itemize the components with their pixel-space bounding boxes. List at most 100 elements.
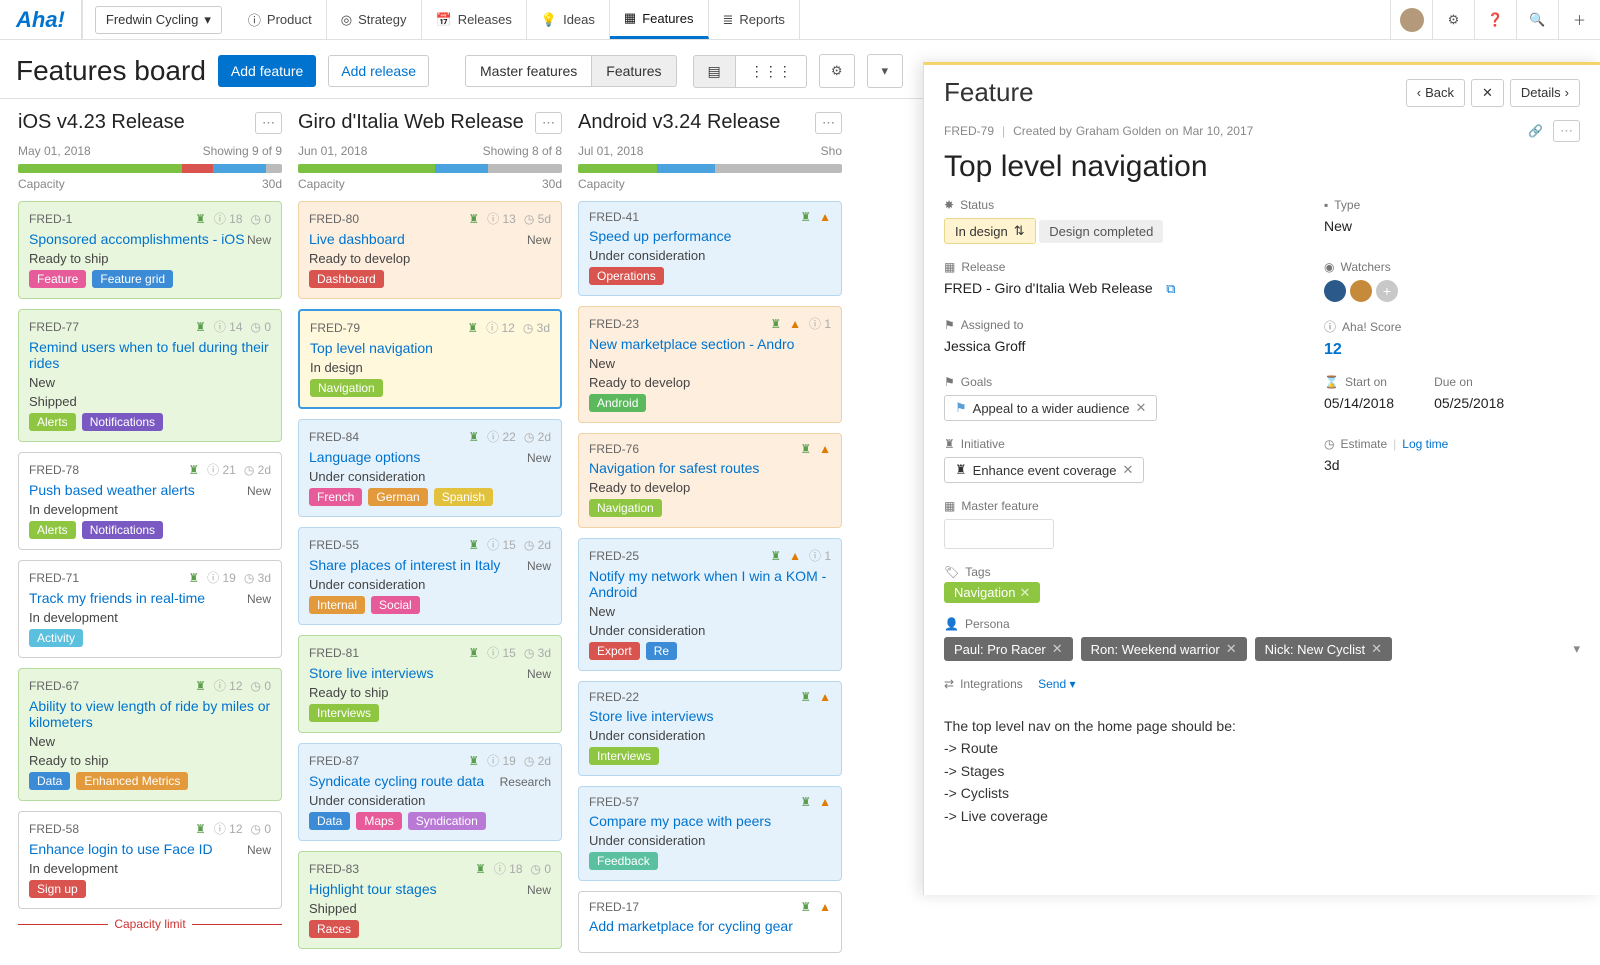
link-icon[interactable]: 🔗	[1528, 124, 1543, 138]
layout-board[interactable]: ▤	[693, 55, 736, 88]
column-menu-button[interactable]: ⋯	[255, 112, 282, 134]
warning-icon: ▲	[819, 900, 831, 914]
column-menu-button[interactable]: ⋯	[535, 112, 562, 134]
feature-card[interactable]: FRED-71♜ⓘ 19◷ 3d Track my friends in rea…	[18, 560, 282, 658]
start-date[interactable]: 05/14/2018	[1324, 395, 1394, 411]
feature-card[interactable]: FRED-80♜ⓘ 13◷ 5d Live dashboard New Read…	[298, 201, 562, 299]
feature-card[interactable]: FRED-41♜▲ Speed up performance Under con…	[578, 201, 842, 296]
tag-chip[interactable]: Navigation✕	[944, 582, 1040, 603]
remove-tag-icon[interactable]: ✕	[1019, 585, 1030, 600]
card-tag: Maps	[356, 812, 401, 830]
back-button[interactable]: ‹Back	[1406, 79, 1465, 107]
feature-title[interactable]: Top level navigation	[944, 150, 1580, 184]
breadcrumb: FRED-79 | Created by Graham Golden on Ma…	[944, 120, 1580, 142]
remove-persona-icon[interactable]: ✕	[1226, 641, 1237, 657]
workspace-picker[interactable]: Fredwin Cycling ▾	[95, 6, 222, 34]
card-tag: Data	[309, 812, 350, 830]
feature-card[interactable]: FRED-55♜ⓘ 15◷ 2d Share places of interes…	[298, 527, 562, 625]
card-id: FRED-58	[29, 822, 79, 836]
layout-grid[interactable]: ⋮⋮⋮	[735, 55, 807, 88]
nav-releases[interactable]: 📅Releases	[422, 0, 527, 39]
add-button[interactable]: ＋	[1558, 0, 1600, 39]
help-button[interactable]: ❓	[1474, 0, 1516, 39]
due-date[interactable]: 05/25/2018	[1434, 395, 1504, 411]
warning-icon: ▲	[819, 690, 831, 704]
search-button[interactable]: 🔍	[1516, 0, 1558, 39]
feature-card[interactable]: FRED-78♜ⓘ 21◷ 2d Push based weather aler…	[18, 452, 282, 550]
nav-reports[interactable]: ≣Reports	[709, 0, 800, 39]
persona-chip[interactable]: Nick: New Cyclist✕	[1255, 637, 1392, 661]
filter-button[interactable]: ▾	[867, 54, 903, 88]
column-title: Android v3.24 Release	[578, 111, 780, 134]
type-value[interactable]: New	[1324, 218, 1580, 234]
column-menu-button[interactable]: ⋯	[815, 112, 842, 134]
feature-card[interactable]: FRED-25♜▲ⓘ 1 Notify my network when I wi…	[578, 538, 842, 671]
card-tag: Alerts	[29, 413, 76, 431]
watcher-avatar[interactable]	[1350, 280, 1372, 302]
more-menu-button[interactable]: ⋯	[1553, 120, 1580, 142]
feature-card[interactable]: FRED-76♜▲ Navigation for safest routes R…	[578, 433, 842, 528]
nav-features[interactable]: ▦Features	[610, 0, 709, 39]
master-feature-input[interactable]	[944, 519, 1054, 549]
card-title: Store live interviews	[309, 665, 551, 681]
feature-card[interactable]: FRED-17♜▲ Add marketplace for cycling ge…	[578, 891, 842, 953]
feature-id[interactable]: FRED-79	[944, 124, 994, 138]
created-by-link[interactable]: Graham Golden	[1076, 124, 1161, 138]
card-status: In development	[29, 502, 118, 517]
page-title: Features board	[16, 55, 206, 87]
feature-card[interactable]: FRED-87♜ⓘ 19◷ 2d Syndicate cycling route…	[298, 743, 562, 841]
remove-initiative-icon[interactable]: ✕	[1122, 462, 1133, 478]
feature-card[interactable]: FRED-83♜ⓘ 18◷ 0 Highlight tour stages Ne…	[298, 851, 562, 949]
watchers-list[interactable]: +	[1324, 280, 1580, 302]
settings-button[interactable]: ⚙	[1432, 0, 1474, 39]
nav-product[interactable]: ⓘProduct	[234, 0, 327, 39]
user-avatar[interactable]	[1390, 0, 1432, 39]
persona-chip[interactable]: Paul: Pro Racer✕	[944, 637, 1073, 661]
close-panel-button[interactable]: ✕	[1471, 79, 1504, 107]
log-time-link[interactable]: Log time	[1402, 437, 1448, 451]
add-release-button[interactable]: Add release	[328, 55, 429, 87]
feature-card[interactable]: FRED-23♜▲ⓘ 1 New marketplace section - A…	[578, 306, 842, 423]
feature-card[interactable]: FRED-81♜ⓘ 15◷ 3d Store live interviews N…	[298, 635, 562, 733]
persona-chip[interactable]: Ron: Weekend warrior✕	[1081, 637, 1247, 661]
remove-goal-icon[interactable]: ✕	[1136, 400, 1147, 416]
remove-persona-icon[interactable]: ✕	[1371, 641, 1382, 657]
nav-strategy[interactable]: ◎Strategy	[327, 0, 422, 39]
add-watcher-button[interactable]: +	[1376, 280, 1398, 302]
release-value[interactable]: FRED - Giro d'Italia Web Release	[944, 280, 1153, 296]
feature-card[interactable]: FRED-58♜ⓘ 12◷ 0 Enhance login to use Fac…	[18, 811, 282, 909]
tag-icon: 🏷	[944, 565, 959, 579]
feature-card[interactable]: FRED-77♜ⓘ 14◷ 0 Remind users when to fue…	[18, 309, 282, 442]
feature-card[interactable]: FRED-84♜ⓘ 22◷ 2d Language options New Un…	[298, 419, 562, 517]
status-select[interactable]: In design ⇅	[944, 218, 1036, 244]
send-menu[interactable]: Send ▾	[1038, 677, 1075, 691]
seg-master-features[interactable]: Master features	[465, 55, 592, 87]
feature-description[interactable]: The top level nav on the home page shoul…	[944, 715, 1580, 827]
brand-logo[interactable]: Aha!	[0, 0, 82, 39]
hierarchy-icon: ♜	[475, 862, 486, 876]
card-tag: Interviews	[589, 747, 659, 765]
details-button[interactable]: Details›	[1510, 79, 1580, 107]
card-title: Remind users when to fuel during their r…	[29, 339, 271, 371]
add-feature-button[interactable]: Add feature	[218, 55, 316, 87]
score-value[interactable]: 12	[1324, 341, 1580, 359]
estimate-value[interactable]: 3d	[1324, 457, 1580, 473]
persona-expand-icon[interactable]: ▾	[1573, 641, 1580, 657]
seg-features[interactable]: Features	[591, 55, 676, 87]
hierarchy-icon: ♜	[468, 430, 479, 444]
open-release-icon[interactable]: ⧉	[1166, 281, 1175, 296]
feature-card[interactable]: FRED-22♜▲ Store live interviews Under co…	[578, 681, 842, 776]
feature-card[interactable]: FRED-57♜▲ Compare my pace with peers Und…	[578, 786, 842, 881]
watcher-avatar[interactable]	[1324, 280, 1346, 302]
settings-view-button[interactable]: ⚙	[819, 54, 855, 88]
nav-ideas[interactable]: 💡Ideas	[527, 0, 610, 39]
assignee-value[interactable]: Jessica Groff	[944, 338, 1284, 354]
feature-card[interactable]: FRED-79♜ⓘ 12◷ 3d Top level navigation In…	[298, 309, 562, 409]
initiative-chip[interactable]: ♜ Enhance event coverage ✕	[944, 457, 1144, 483]
status-action-button[interactable]: Design completed	[1039, 220, 1163, 243]
feature-card[interactable]: FRED-67♜ⓘ 12◷ 0 Ability to view length o…	[18, 668, 282, 801]
remove-persona-icon[interactable]: ✕	[1052, 641, 1063, 657]
feature-card[interactable]: FRED-1♜ⓘ 18◷ 0 Sponsored accomplishments…	[18, 201, 282, 299]
goal-chip[interactable]: ⚑Appeal to a wider audience ✕	[944, 395, 1157, 421]
estimate-indicator: ◷ 0	[251, 212, 271, 226]
